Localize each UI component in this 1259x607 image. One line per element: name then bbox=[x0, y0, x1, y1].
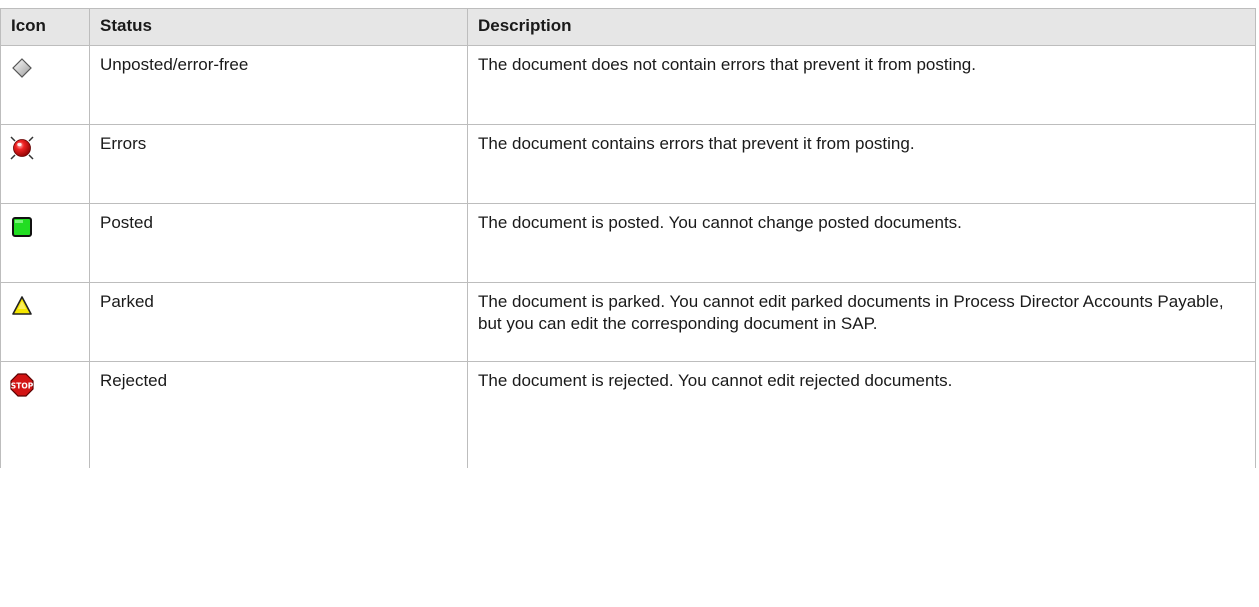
column-header-status: Status bbox=[89, 8, 468, 46]
icon-cell bbox=[0, 45, 90, 125]
red-stop-sign-icon: STOP bbox=[9, 372, 35, 398]
page: Icon Status Description Unposted/error-f… bbox=[0, 0, 1259, 607]
status-cell: Rejected bbox=[89, 361, 468, 468]
description-cell: The document contains errors that preven… bbox=[467, 124, 1256, 204]
table-row: Parked The document is parked. You canno… bbox=[0, 282, 1256, 362]
description-cell: The document is posted. You cannot chang… bbox=[467, 203, 1256, 283]
icon-cell bbox=[0, 282, 90, 362]
stop-sign-text: STOP bbox=[11, 382, 34, 391]
status-cell: Errors bbox=[89, 124, 468, 204]
description-cell: The document is parked. You cannot edit … bbox=[467, 282, 1256, 362]
description-cell: The document does not contain errors tha… bbox=[467, 45, 1256, 125]
gray-diamond-icon bbox=[9, 56, 35, 82]
table-row: Errors The document contains errors that… bbox=[0, 124, 1256, 204]
status-cell: Parked bbox=[89, 282, 468, 362]
table-header-row: Icon Status Description bbox=[0, 8, 1256, 46]
status-cell: Posted bbox=[89, 203, 468, 283]
icon-cell bbox=[0, 124, 90, 204]
yellow-triangle-icon bbox=[9, 293, 35, 319]
red-sphere-error-icon bbox=[9, 135, 35, 161]
icon-cell: STOP bbox=[0, 361, 90, 468]
description-cell: The document is rejected. You cannot edi… bbox=[467, 361, 1256, 468]
table-row: Unposted/error-free The document does no… bbox=[0, 45, 1256, 125]
green-square-icon bbox=[9, 214, 35, 240]
icon-cell bbox=[0, 203, 90, 283]
column-header-description: Description bbox=[467, 8, 1256, 46]
column-header-icon: Icon bbox=[0, 8, 90, 46]
table-row: STOP Rejected The document is rejected. … bbox=[0, 361, 1256, 468]
document-status-table: Icon Status Description Unposted/error-f… bbox=[0, 8, 1256, 468]
table-row: Posted The document is posted. You canno… bbox=[0, 203, 1256, 283]
status-cell: Unposted/error-free bbox=[89, 45, 468, 125]
